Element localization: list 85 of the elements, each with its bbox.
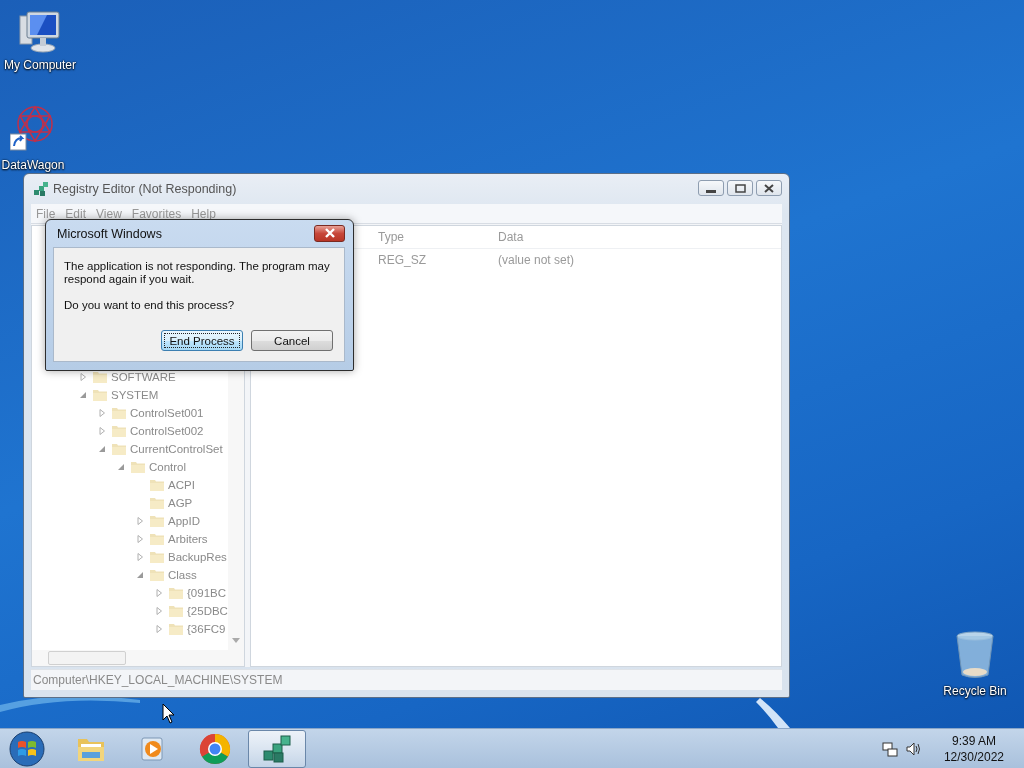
dialog-message: The application is not responding. The program may respond again if you wait. (64, 260, 331, 286)
tree-item[interactable]: ControlSet001 (130, 407, 204, 419)
tree-item[interactable]: {36FC9 (187, 623, 226, 635)
dialog-button[interactable]: End Process (161, 330, 243, 351)
folder-icon (149, 568, 165, 582)
collapse-arrow-icon[interactable] (117, 463, 125, 471)
folder-icon (168, 622, 184, 636)
menu-item[interactable]: Favorites (126, 206, 187, 221)
mouse-cursor-icon (162, 703, 176, 724)
collapse-arrow-icon[interactable] (79, 391, 87, 399)
expand-arrow-icon[interactable] (98, 409, 106, 417)
folder-icon (92, 370, 108, 384)
expand-arrow-icon[interactable] (155, 607, 163, 615)
star-network-icon (10, 104, 56, 154)
tree-item[interactable]: Arbiters (168, 533, 208, 545)
folder-icon (130, 460, 146, 474)
horizontal-scrollbar[interactable] (32, 650, 244, 666)
folder-icon (111, 442, 127, 456)
cubes-icon (33, 181, 49, 197)
tree-item[interactable]: Class (168, 569, 197, 581)
table-cell-text: (value not set) (498, 253, 576, 267)
trash-bin-icon (955, 630, 995, 680)
close-button[interactable] (314, 224, 345, 242)
folder-icon (111, 424, 127, 438)
expand-arrow-icon[interactable] (136, 553, 144, 561)
maximize-icon (733, 182, 747, 194)
folder-icon (149, 496, 165, 510)
menu-item[interactable]: View (91, 206, 127, 221)
clock-time[interactable]: 9:39 AM (951, 732, 996, 749)
minimize-button[interactable] (698, 180, 724, 196)
menu-item[interactable]: File (31, 206, 61, 221)
tree-item[interactable]: SOFTWARE (111, 371, 176, 383)
tree-item[interactable]: {091BC (187, 587, 226, 599)
tree-item[interactable]: CurrentControlSet (130, 443, 223, 455)
expand-arrow-icon[interactable] (155, 625, 163, 633)
maximize-button[interactable] (727, 180, 753, 196)
network-icon[interactable] (881, 740, 898, 757)
status-bar-text: Computer\HKEY_LOCAL_MACHINE\SYSTEM (33, 673, 283, 687)
tree-item[interactable]: ControlSet002 (130, 425, 204, 437)
collapse-arrow-icon[interactable] (136, 571, 144, 579)
tree-item[interactable]: SYSTEM (111, 389, 159, 401)
folder-icon (111, 406, 127, 420)
light-streak (756, 698, 790, 728)
tree-item[interactable]: {25DBC (187, 605, 228, 617)
expand-arrow-icon[interactable] (98, 427, 106, 435)
icon-label[interactable]: My Computer (4, 58, 76, 72)
taskbar-button[interactable] (248, 729, 306, 768)
folder-icon (92, 388, 108, 402)
close-icon (762, 182, 776, 194)
window-title: Registry Editor (Not Responding) (53, 182, 237, 196)
folder-icon (149, 550, 165, 564)
close-icon (323, 228, 336, 238)
folder-icon (168, 604, 184, 618)
column-header[interactable]: Data (498, 230, 781, 244)
menu-item[interactable]: Help (186, 206, 221, 221)
computer-icon (17, 10, 63, 54)
folder-icon (168, 586, 184, 600)
scroll-down-arrow-icon[interactable] (232, 638, 240, 644)
icon-label[interactable]: Recycle Bin (943, 684, 1007, 698)
tree-item[interactable]: Control (149, 461, 187, 473)
table-cell-text: REG_SZ (378, 253, 427, 267)
expand-arrow-icon[interactable] (136, 535, 144, 543)
menu-item[interactable]: Edit (60, 206, 92, 221)
expand-arrow-icon[interactable] (155, 589, 163, 597)
column-header[interactable]: Type (378, 230, 498, 244)
folder-icon (149, 514, 165, 528)
clock-date[interactable]: 12/30/2022 (943, 748, 1004, 765)
tree-item[interactable]: ACPI (168, 479, 195, 491)
close-button[interactable] (756, 180, 782, 196)
expand-arrow-icon[interactable] (136, 517, 144, 525)
dialog-button[interactable]: Cancel (251, 330, 333, 351)
dialog-question: Do you want to end this process? (64, 299, 236, 312)
minimize-icon (706, 189, 716, 193)
tree-item[interactable]: AppID (168, 515, 200, 527)
round-browser-icon (199, 732, 231, 765)
folder-icon (149, 532, 165, 546)
speaker-icon[interactable] (905, 740, 922, 757)
dialog-title: Microsoft Windows (57, 226, 162, 241)
tree-item[interactable]: BackupRes (168, 551, 227, 563)
folder-icon (149, 478, 165, 492)
cubes-icon (262, 733, 292, 764)
icon-label[interactable]: DataWagon (1, 158, 65, 172)
collapse-arrow-icon[interactable] (98, 445, 106, 453)
expand-arrow-icon[interactable] (79, 373, 87, 381)
tree-item[interactable]: AGP (168, 497, 193, 509)
